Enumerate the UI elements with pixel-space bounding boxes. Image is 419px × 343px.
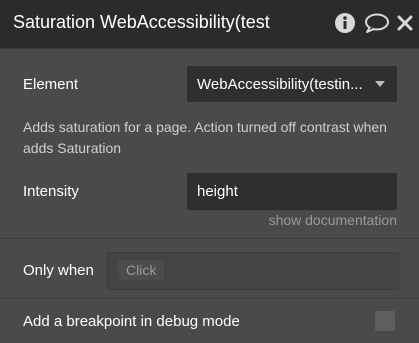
section-divider <box>0 238 419 239</box>
info-icon[interactable] <box>334 12 356 34</box>
close-icon[interactable] <box>396 12 414 34</box>
element-dropdown[interactable]: WebAccessibility(testin... <box>187 66 397 102</box>
action-description: Adds saturation for a page. Action turne… <box>23 119 387 156</box>
only-when-condition-field[interactable]: Click <box>107 252 399 290</box>
section-divider <box>0 298 419 299</box>
intensity-label: Intensity <box>23 183 79 200</box>
panel-header: Saturation WebAccessibility(test <box>0 0 419 48</box>
only-when-label: Only when <box>23 262 94 279</box>
panel-title: Saturation WebAccessibility(test <box>13 12 270 32</box>
intensity-input[interactable]: height <box>187 173 397 210</box>
element-label: Element <box>23 76 79 93</box>
comment-icon[interactable] <box>364 12 390 34</box>
only-when-placeholder: Click <box>118 260 165 280</box>
chevron-down-icon <box>375 81 385 87</box>
header-divider <box>0 48 419 49</box>
show-documentation-link[interactable]: show documentation <box>269 212 397 228</box>
element-dropdown-value: WebAccessibility(testin... <box>197 76 363 93</box>
breakpoint-checkbox[interactable] <box>375 311 395 331</box>
intensity-input-value: height <box>197 183 238 200</box>
breakpoint-label: Add a breakpoint in debug mode <box>23 313 240 330</box>
